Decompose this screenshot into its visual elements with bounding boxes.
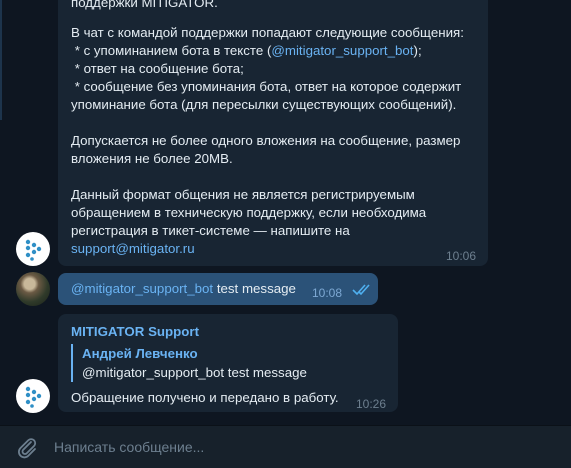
message-composer [0,425,571,468]
bot-mention-link[interactable]: @mitigator_support_bot [271,43,413,58]
mitigator-logo-icon [25,386,42,408]
message-outgoing[interactable]: @mitigator_support_bot test message 10:0… [58,273,378,305]
message-line: * с упоминанием бота в тексте (@mitigato… [71,42,422,60]
quoted-text: @mitigator_support_bot test message [82,365,307,380]
message-line: обращением в техническую поддержку, если… [71,205,427,220]
message-time: 10:06 [446,249,477,263]
double-check-icon [352,283,372,301]
bot-avatar[interactable] [16,232,50,266]
message-line: В чат с командой поддержки попадают след… [71,25,464,40]
message-support-reply[interactable]: MITIGATOR Support Андрей Левченко @mitig… [58,314,398,412]
message-line: регистрация в тикет-системе — напишите н… [71,223,350,238]
user-avatar[interactable] [16,272,50,306]
quoted-author: Андрей Левченко [82,346,198,361]
message-line: упоминание бота (для пересылки существую… [71,97,457,112]
message-line: Данный формат общения не является регист… [71,187,415,202]
bot-avatar[interactable] [16,379,50,413]
sender-name[interactable]: MITIGATOR Support [71,323,199,341]
message-time: 10:08 [312,286,343,300]
message-line: Обращение получено и передано в работу. [71,390,339,405]
message-time: 10:26 [356,397,387,411]
message-line: Допускается не более одного вложения на … [71,133,461,148]
bot-mention-link[interactable]: @mitigator_support_bot [71,281,213,296]
mitigator-logo-icon [25,239,42,261]
message-line: * ответ на сообщение бота; [71,61,244,76]
message-line: вложения не более 20MB. [71,151,233,166]
chat-history[interactable]: поддержки MITIGATOR. В чат с командой по… [0,0,571,425]
support-email-link[interactable]: support@mitigator.ru [71,240,195,258]
message-text: * с упоминанием бота в тексте ( [71,43,272,58]
message-line: @mitigator_support_bot test message [71,280,296,298]
message-bot-info[interactable]: поддержки MITIGATOR. В чат с командой по… [58,0,488,266]
paperclip-icon[interactable] [14,435,40,461]
message-line: * сообщение без упоминания бота, ответ н… [71,79,462,94]
sidebar-edge [0,0,2,120]
message-text: test message [213,281,296,296]
message-text: ); [413,43,422,58]
message-input[interactable] [54,437,534,457]
message-line: поддержки MITIGATOR. [71,0,218,10]
quoted-message[interactable]: Андрей Левченко @mitigator_support_bot t… [71,344,371,382]
